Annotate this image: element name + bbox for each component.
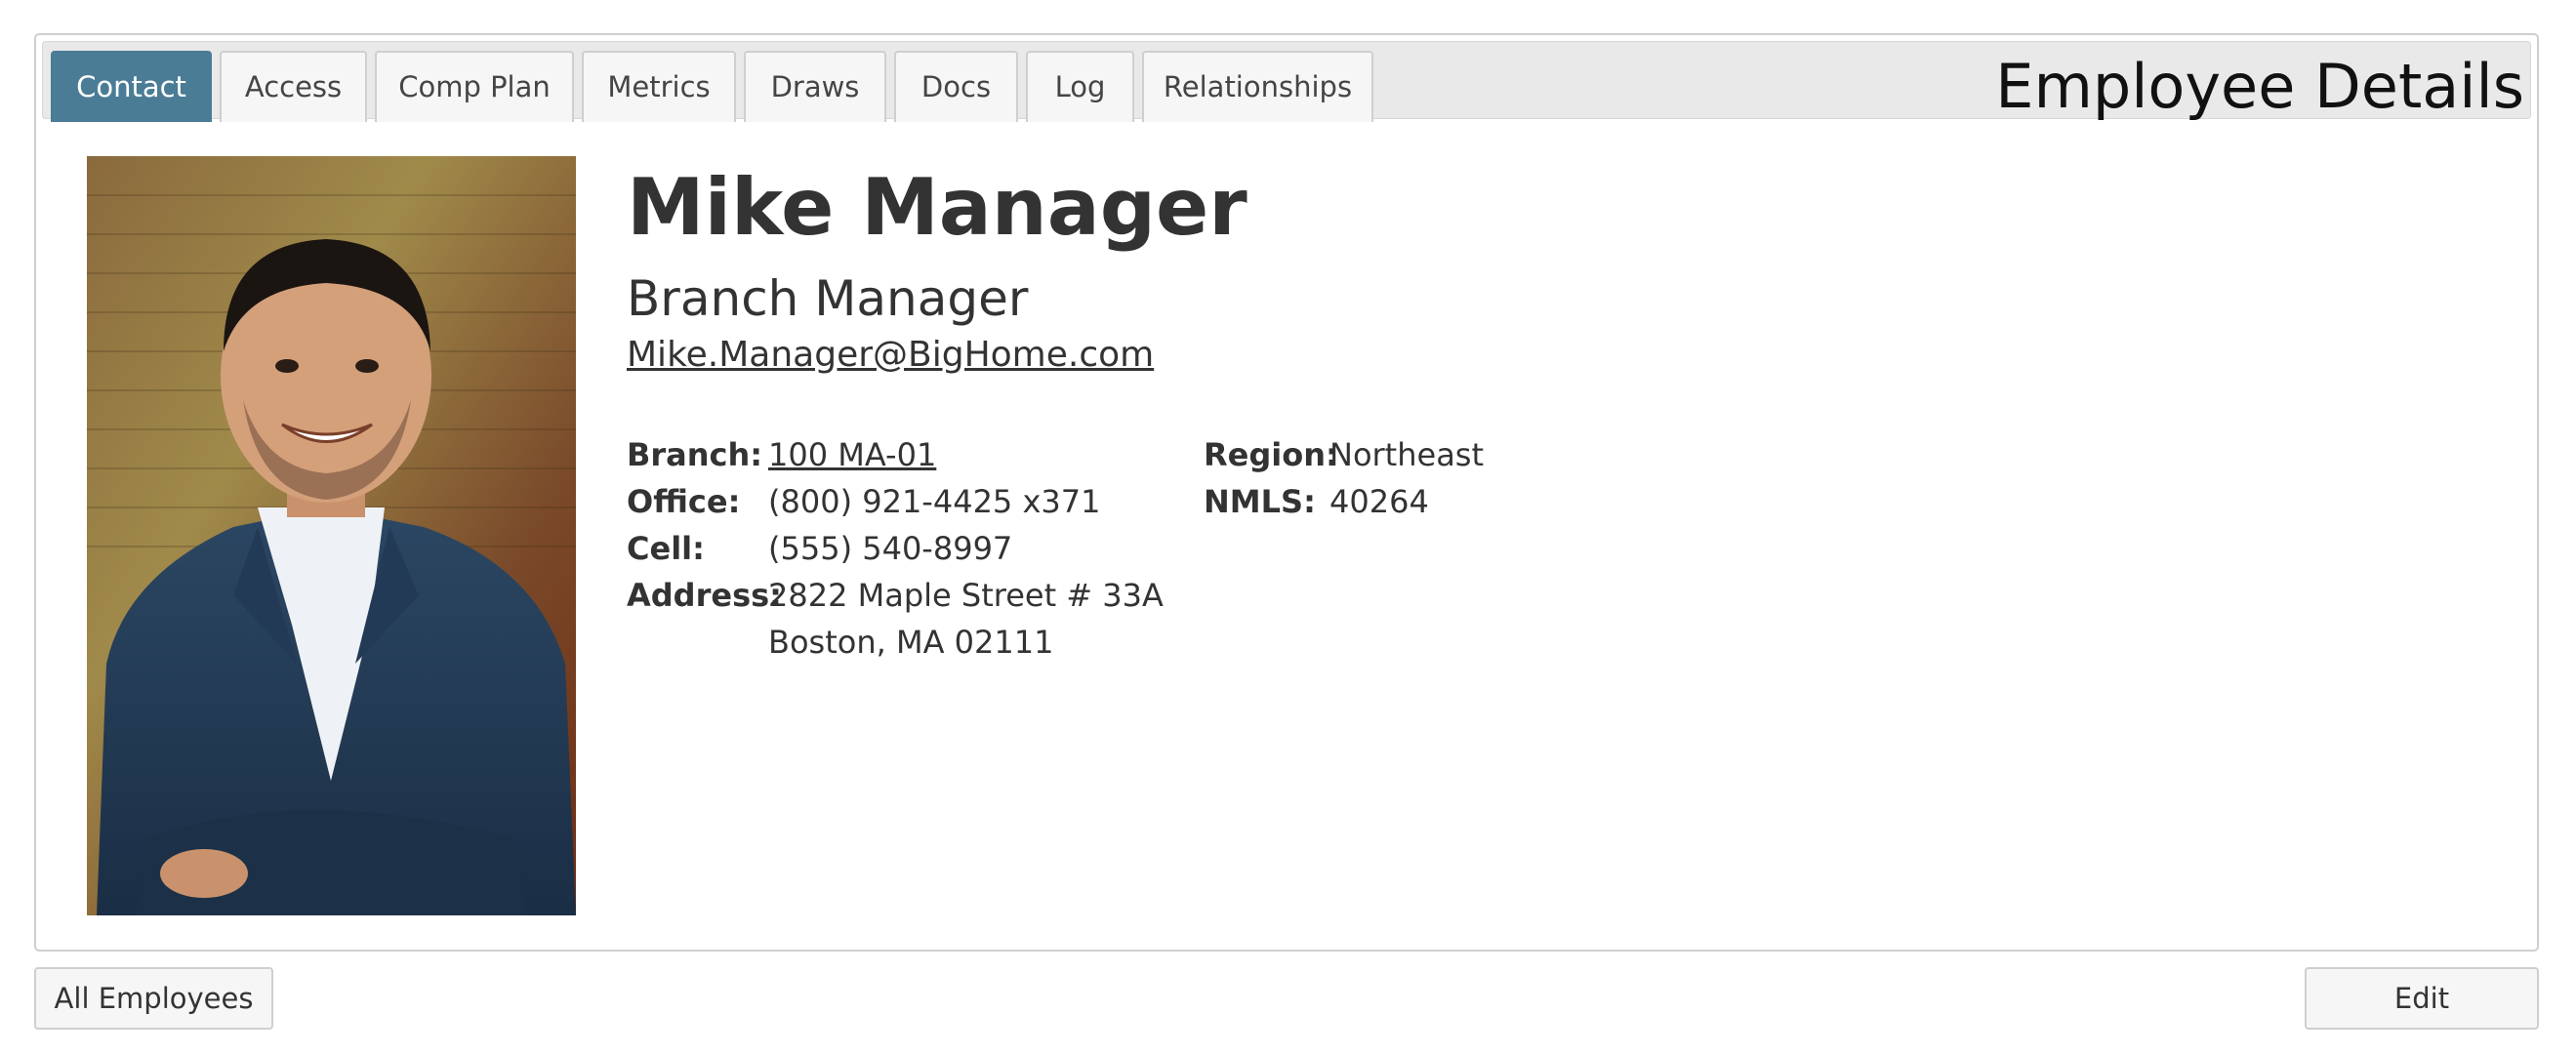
address-line-1: 2822 Maple Street # 33A [768,577,1164,614]
edit-button[interactable]: Edit [2305,967,2539,1030]
employee-details-panel: Contact Access Comp Plan Metrics Draws D… [34,33,2539,952]
employee-photo [87,156,576,915]
nmls-label: NMLS: [1204,483,1316,520]
region-value: Northeast [1329,436,1485,473]
cell-phone: (555) 540-8997 [768,530,1013,567]
tab-relationships[interactable]: Relationships [1142,51,1373,122]
employee-email-link[interactable]: Mike.Manager@BigHome.com [627,334,1154,377]
tab-metrics[interactable]: Metrics [582,51,736,122]
all-employees-button[interactable]: All Employees [34,967,273,1030]
tab-bar: Contact Access Comp Plan Metrics Draws D… [42,41,2531,122]
page-title: Employee Details [1995,51,2524,122]
branch-label: Branch: [627,436,763,473]
branch-link[interactable]: 100 MA-01 [768,435,936,474]
tab-contact[interactable]: Contact [51,51,212,122]
region-label: Region: [1204,436,1338,473]
address-line-2: Boston, MA 02111 [768,624,1054,661]
employee-name: Mike Manager [627,162,1247,253]
tab-access[interactable]: Access [220,51,367,122]
address-label: Address: [627,577,782,614]
employee-title: Branch Manager [627,270,1029,327]
office-phone: (800) 921-4425 x371 [768,483,1101,520]
cell-label: Cell: [627,530,705,567]
office-label: Office: [627,483,741,520]
tab-docs[interactable]: Docs [894,51,1018,122]
tab-log[interactable]: Log [1026,51,1134,122]
nmls-value: 40264 [1329,483,1429,520]
tab-comp-plan[interactable]: Comp Plan [375,51,574,122]
tab-draws[interactable]: Draws [744,51,886,122]
